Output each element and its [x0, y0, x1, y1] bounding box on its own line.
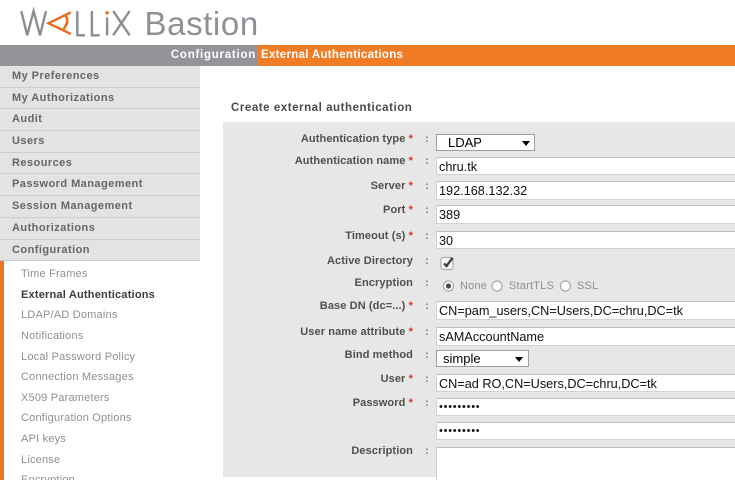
svg-text:Bastion: Bastion: [145, 5, 259, 42]
